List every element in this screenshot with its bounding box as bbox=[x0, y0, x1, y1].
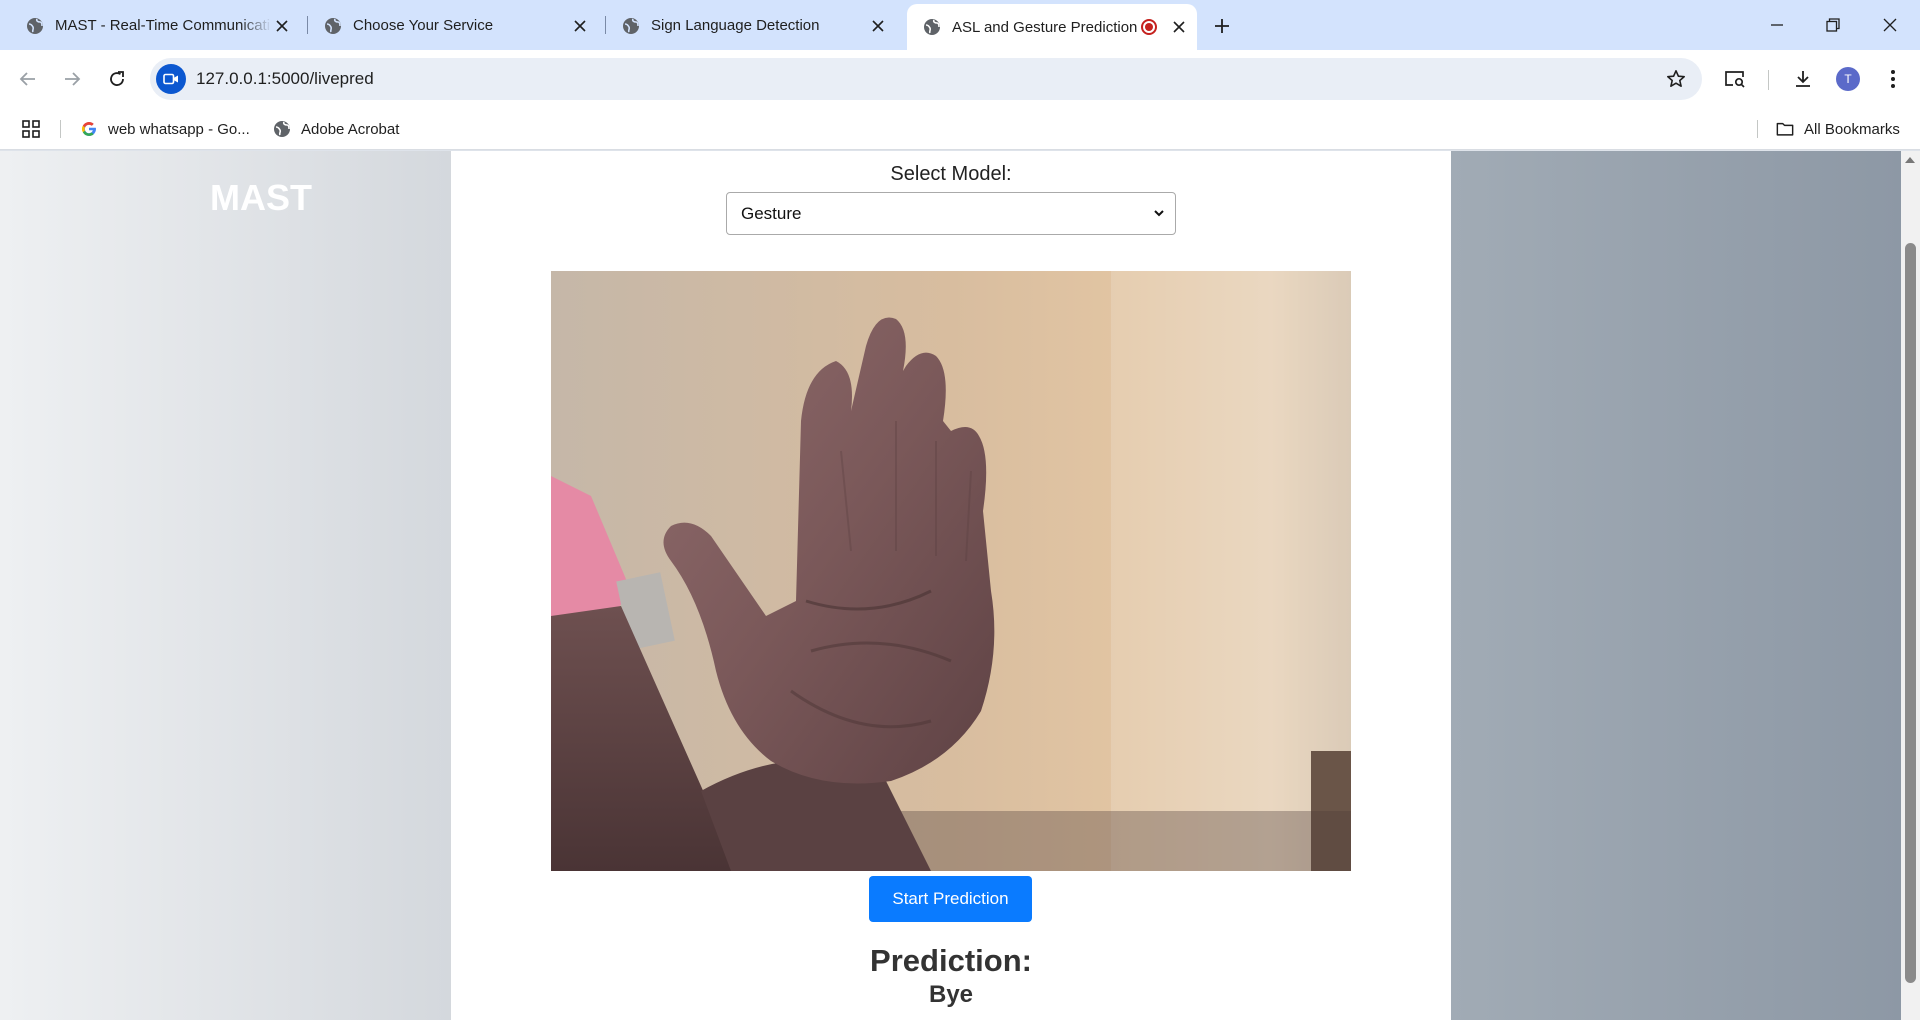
tab-title: ASL and Gesture Prediction bbox=[952, 18, 1138, 36]
left-sidebar: MAST bbox=[0, 151, 451, 1020]
minimize-button[interactable] bbox=[1762, 10, 1792, 40]
close-icon[interactable] bbox=[868, 16, 888, 36]
close-window-button[interactable] bbox=[1875, 10, 1905, 40]
apps-button[interactable] bbox=[22, 116, 40, 142]
globe-icon bbox=[325, 17, 341, 34]
scrollbar-thumb[interactable] bbox=[1905, 243, 1916, 983]
select-model-label: Select Model: bbox=[890, 163, 1012, 185]
camera-in-use-icon[interactable] bbox=[156, 64, 186, 94]
page-viewport: MAST Select Model: Gesture Start Predict… bbox=[0, 151, 1920, 1020]
forward-button[interactable] bbox=[57, 64, 87, 94]
minimize-icon bbox=[1771, 24, 1783, 26]
globe-icon bbox=[924, 19, 940, 35]
globe-icon bbox=[27, 17, 43, 34]
url-text: 127.0.0.1:5000/livepred bbox=[196, 69, 374, 88]
close-icon[interactable] bbox=[570, 16, 590, 36]
apps-grid-icon bbox=[22, 120, 40, 138]
browser-toolbar: 127.0.0.1:5000/livepred bbox=[0, 50, 1920, 108]
restore-button[interactable] bbox=[1818, 10, 1848, 40]
all-bookmarks-label: All Bookmarks bbox=[1804, 120, 1900, 138]
arrow-left-icon bbox=[19, 72, 35, 86]
tab-mast[interactable]: MAST - Real-Time Communicati bbox=[10, 7, 300, 44]
plus-icon bbox=[1215, 19, 1229, 33]
tab-sign-language[interactable]: Sign Language Detection bbox=[606, 7, 896, 44]
reload-button[interactable] bbox=[102, 64, 132, 94]
kebab-menu-icon bbox=[1891, 70, 1895, 88]
bookmark-label: Adobe Acrobat bbox=[301, 120, 400, 138]
prediction-heading: Prediction: bbox=[870, 943, 1032, 978]
tab-search-button[interactable] bbox=[1720, 64, 1750, 94]
tab-strip: MAST - Real-Time Communicati Choose Your… bbox=[0, 0, 1920, 50]
close-icon[interactable] bbox=[1169, 17, 1189, 37]
bookmark-web-whatsapp[interactable]: web whatsapp - Go... bbox=[80, 116, 250, 142]
right-sidebar bbox=[1451, 151, 1901, 1020]
recording-icon bbox=[1141, 19, 1157, 35]
google-icon bbox=[80, 120, 98, 138]
folder-icon bbox=[1776, 120, 1794, 138]
bookmarks-bar: web whatsapp - Go... Adobe Acrobat All B… bbox=[0, 108, 1920, 150]
tab-asl-gesture[interactable]: ASL and Gesture Prediction bbox=[907, 4, 1197, 50]
bookmark-adobe-acrobat[interactable]: Adobe Acrobat bbox=[273, 116, 399, 142]
close-icon bbox=[1883, 18, 1897, 32]
globe-icon bbox=[623, 17, 639, 34]
tab-title: Sign Language Detection bbox=[651, 17, 820, 34]
new-tab-button[interactable] bbox=[1208, 12, 1236, 40]
tab-search-icon bbox=[1725, 71, 1745, 88]
tab-title: MAST - Real-Time Communicati bbox=[55, 17, 271, 34]
download-icon bbox=[1796, 71, 1810, 87]
menu-button[interactable] bbox=[1878, 64, 1908, 94]
site-logo[interactable]: MAST bbox=[210, 177, 312, 219]
model-select-value: Gesture bbox=[741, 203, 802, 223]
reload-icon bbox=[110, 71, 124, 86]
close-icon[interactable] bbox=[272, 16, 292, 36]
start-prediction-button[interactable]: Start Prediction bbox=[869, 876, 1032, 922]
restore-icon bbox=[1826, 18, 1840, 32]
webcam-hand-image bbox=[551, 271, 1351, 871]
downloads-button[interactable] bbox=[1788, 64, 1818, 94]
profile-avatar[interactable]: T bbox=[1836, 67, 1860, 91]
tab-choose-service[interactable]: Choose Your Service bbox=[308, 7, 598, 44]
back-button[interactable] bbox=[13, 64, 43, 94]
prediction-result: Bye bbox=[928, 981, 974, 1008]
bookmark-star-icon[interactable] bbox=[1664, 67, 1688, 91]
bookmark-label: web whatsapp - Go... bbox=[108, 120, 250, 138]
page-scrollbar[interactable] bbox=[1901, 151, 1920, 1020]
model-select[interactable]: Gesture bbox=[726, 192, 1176, 235]
main-content: Select Model: Gesture Start Prediction P… bbox=[451, 151, 1451, 1020]
chevron-down-icon bbox=[1154, 210, 1164, 217]
arrow-right-icon bbox=[65, 72, 81, 86]
all-bookmarks-button[interactable]: All Bookmarks bbox=[1776, 116, 1900, 142]
address-bar[interactable]: 127.0.0.1:5000/livepred bbox=[150, 58, 1702, 100]
tab-title: Choose Your Service bbox=[353, 17, 494, 34]
webcam-feed bbox=[551, 271, 1351, 871]
globe-icon bbox=[273, 120, 291, 138]
scroll-up-arrow-icon[interactable] bbox=[1905, 157, 1915, 163]
